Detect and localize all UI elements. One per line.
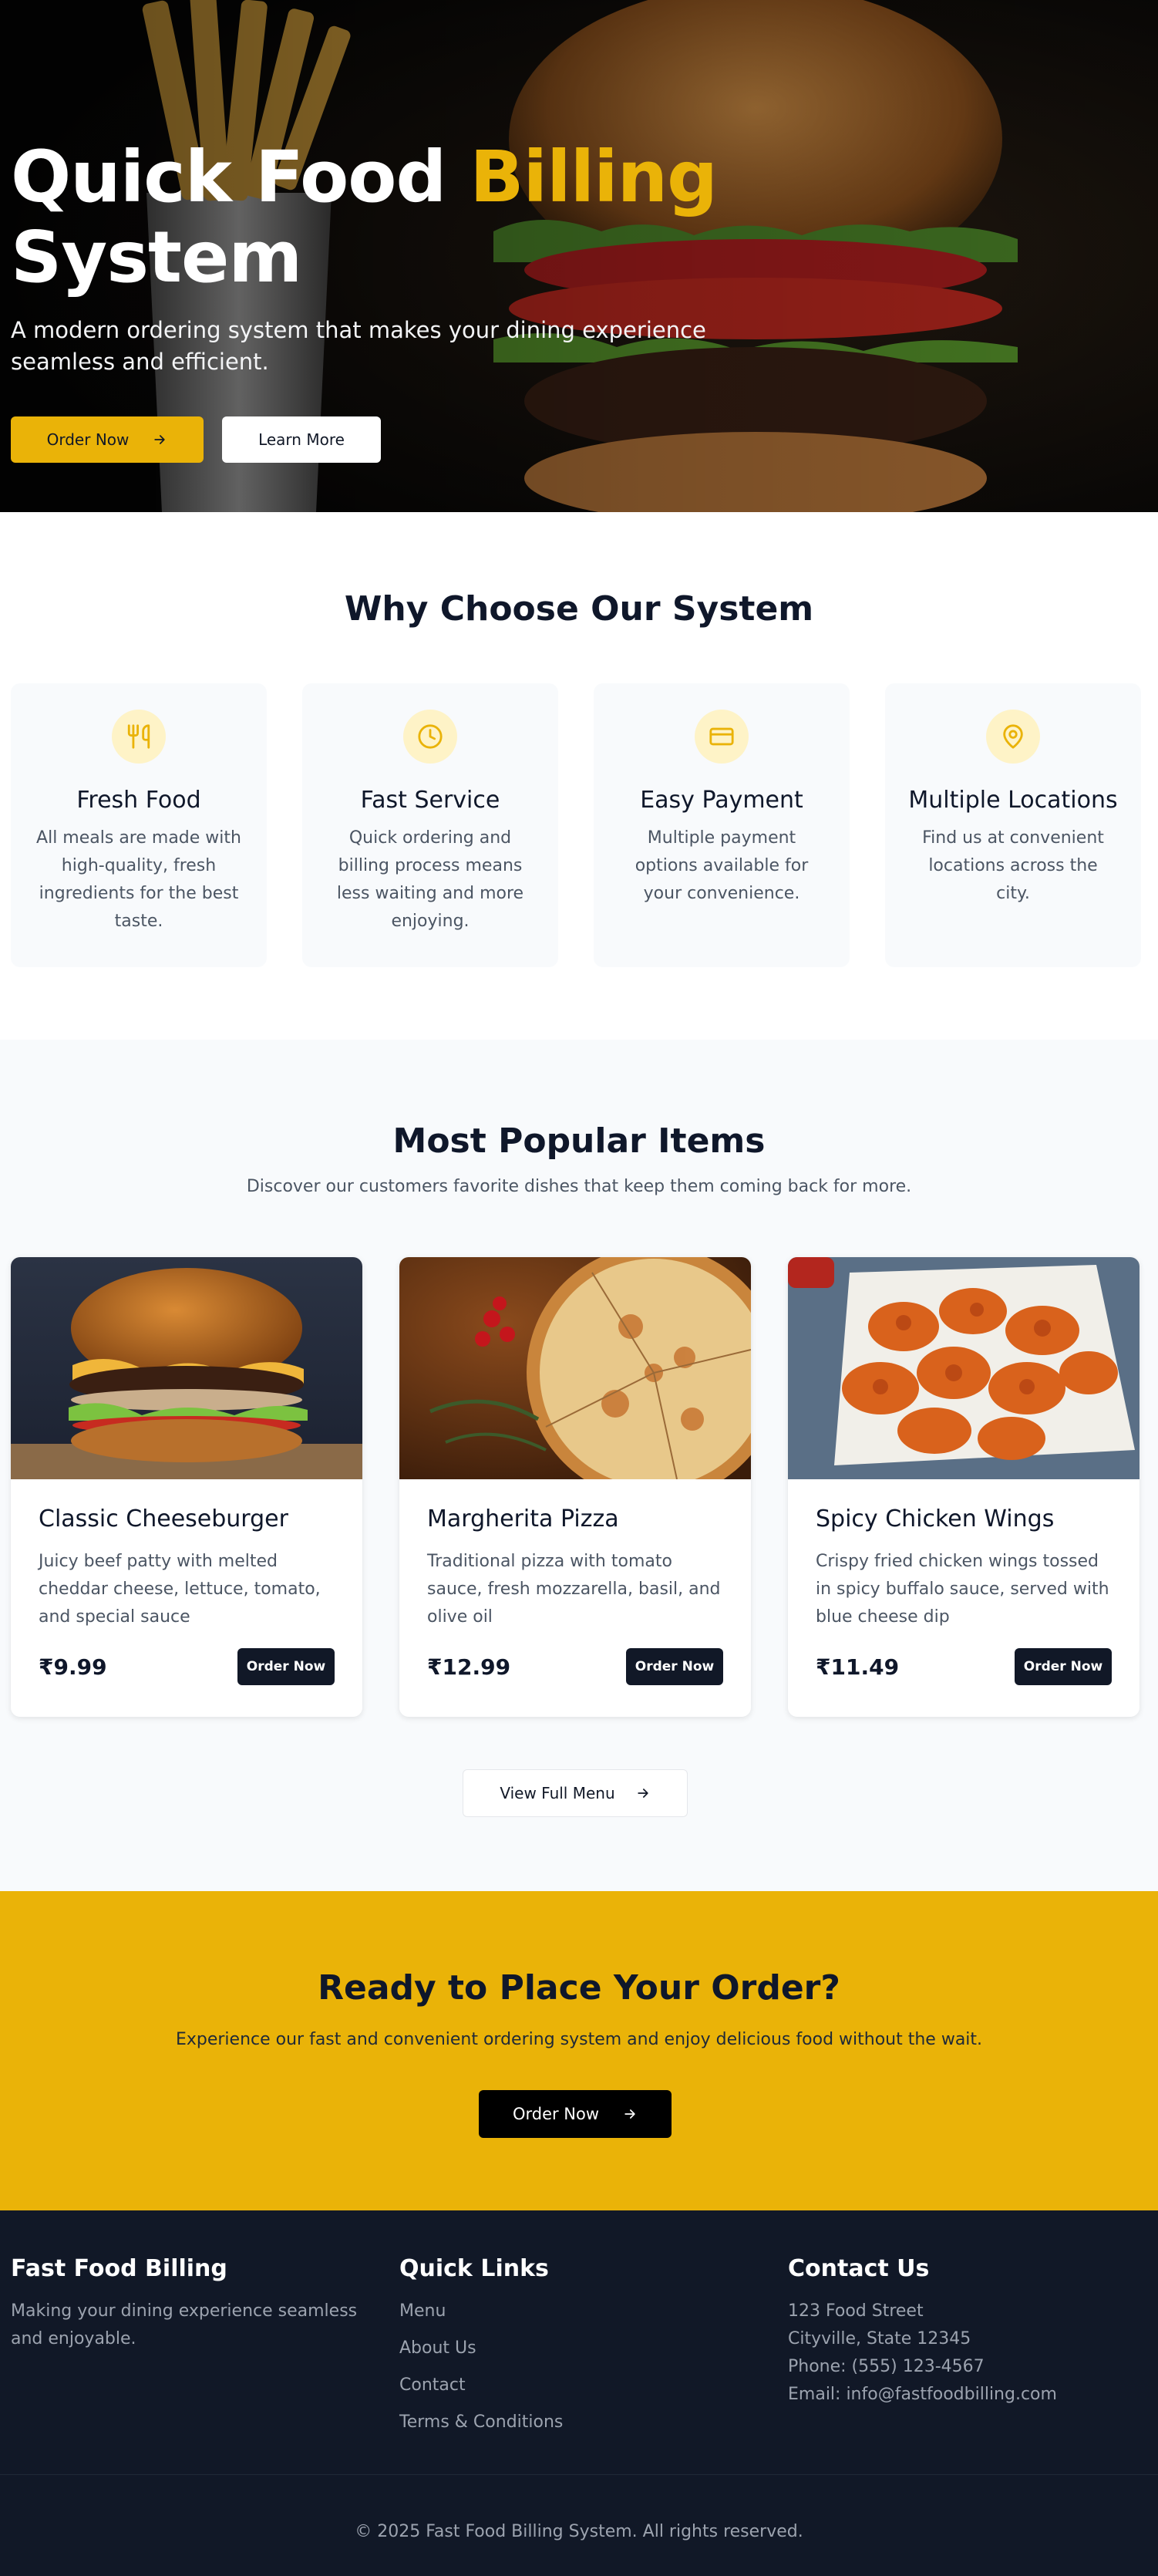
menu-card-footer: ₹11.49 Order Now	[816, 1648, 1112, 1685]
feature-description: Multiple payment options available for y…	[635, 828, 809, 903]
map-pin-icon	[986, 710, 1040, 764]
cta-order-now-label: Order Now	[512, 2105, 600, 2123]
footer-link-about-us[interactable]: About Us	[399, 2335, 708, 2362]
footer-contact-column: Contact Us 123 Food Street Cityville, St…	[788, 2255, 1143, 2409]
menu-card-body: Margherita Pizza Traditional pizza with …	[399, 1479, 751, 1685]
hero-title-part2: System	[11, 216, 302, 298]
footer-copyright: © 2025 Fast Food Billing System. All rig…	[355, 2522, 803, 2541]
hero-section: Quick Food Billing System A modern order…	[0, 0, 1158, 512]
hero-title-part1: Quick Food	[11, 136, 470, 218]
feature-grid: Fresh Food All meals are made with high-…	[11, 683, 1141, 967]
footer-link-terms[interactable]: Terms & Conditions	[399, 2409, 708, 2436]
menu-card-body: Classic Cheeseburger Juicy beef patty wi…	[11, 1479, 362, 1685]
hero-subtitle: A modern ordering system that makes your…	[11, 317, 706, 375]
footer-brand-column: Fast Food Billing Making your dining exp…	[11, 2255, 365, 2353]
hero-order-now-button[interactable]: Order Now	[11, 416, 204, 463]
utensils-icon	[112, 710, 166, 764]
feature-card-easy-payment: Easy Payment Multiple payment options av…	[594, 683, 850, 967]
arrow-right-icon	[635, 1785, 651, 1801]
menu-item-description: Traditional pizza with tomato sauce, fre…	[427, 1552, 721, 1627]
features-title: Why Choose Our System	[344, 589, 814, 629]
menu-grid: Classic Cheeseburger Juicy beef patty wi…	[11, 1257, 1139, 1717]
footer-tagline: Making your dining experience seamless a…	[11, 2301, 358, 2348]
order-now-button[interactable]: Order Now	[237, 1648, 335, 1685]
popular-title: Most Popular Items	[392, 1121, 766, 1161]
cta-section: Ready to Place Your Order? Experience ou…	[0, 1891, 1158, 2210]
menu-card-cheeseburger[interactable]: Classic Cheeseburger Juicy beef patty wi…	[11, 1257, 362, 1717]
feature-description: All meals are made with high-quality, fr…	[36, 828, 241, 931]
view-full-menu-button[interactable]: View Full Menu	[463, 1769, 688, 1817]
margherita-pizza-image	[399, 1257, 751, 1479]
cheeseburger-image	[11, 1257, 362, 1479]
hero-content: Quick Food Billing System A modern order…	[11, 137, 859, 463]
feature-title: Multiple Locations	[908, 787, 1118, 814]
hero-learn-more-button[interactable]: Learn More	[222, 416, 381, 463]
menu-card-footer: ₹9.99 Order Now	[39, 1648, 335, 1685]
features-section: Why Choose Our System Fresh Food All mea…	[0, 512, 1158, 1040]
clock-icon	[403, 710, 457, 764]
footer-links-list: Menu About Us Contact Terms & Conditions	[399, 2298, 708, 2436]
menu-item-name: Margherita Pizza	[427, 1505, 619, 1532]
arrow-right-icon	[152, 432, 167, 447]
menu-item-description: Juicy beef patty with melted cheddar che…	[39, 1552, 321, 1627]
feature-title: Fresh Food	[76, 787, 201, 814]
hero-order-now-label: Order Now	[46, 430, 130, 449]
hero-title-accent: Billing	[470, 136, 718, 218]
popular-subtitle: Discover our customers favorite dishes t…	[246, 1177, 912, 1196]
feature-description: Find us at convenient locations across t…	[922, 828, 1104, 903]
view-full-menu-label: View Full Menu	[500, 1784, 615, 1802]
contact-address-city: Cityville, State 12345	[788, 2329, 971, 2348]
order-now-button[interactable]: Order Now	[626, 1648, 723, 1685]
popular-items-section: Most Popular Items Discover our customer…	[0, 1040, 1158, 1891]
credit-card-icon	[695, 710, 749, 764]
hero-title: Quick Food Billing System	[11, 137, 859, 298]
footer-brand: Fast Food Billing	[11, 2255, 227, 2282]
footer-link-contact[interactable]: Contact	[399, 2372, 708, 2399]
arrow-right-icon	[622, 2106, 638, 2122]
feature-card-fresh-food: Fresh Food All meals are made with high-…	[11, 683, 267, 967]
menu-card-body: Spicy Chicken Wings Crispy fried chicken…	[788, 1479, 1139, 1685]
footer-divider	[0, 2474, 1158, 2475]
footer: Fast Food Billing Making your dining exp…	[0, 2210, 1158, 2576]
hero-buttons: Order Now Learn More	[11, 416, 859, 463]
contact-address-street: 123 Food Street	[788, 2301, 924, 2321]
contact-phone: Phone: (555) 123-4567	[788, 2357, 985, 2376]
menu-card-margherita-pizza[interactable]: Margherita Pizza Traditional pizza with …	[399, 1257, 751, 1717]
menu-card-footer: ₹12.99 Order Now	[427, 1648, 723, 1685]
feature-title: Fast Service	[360, 787, 500, 814]
menu-item-description: Crispy fried chicken wings tossed in spi…	[816, 1552, 1109, 1627]
footer-links-heading: Quick Links	[399, 2255, 549, 2282]
cta-order-now-button[interactable]: Order Now	[479, 2090, 672, 2138]
footer-links-column: Quick Links Menu About Us Contact Terms …	[399, 2255, 708, 2446]
footer-link-menu[interactable]: Menu	[399, 2298, 708, 2325]
menu-item-name: Classic Cheeseburger	[39, 1505, 288, 1532]
chicken-wings-image	[788, 1257, 1139, 1479]
menu-item-name: Spicy Chicken Wings	[816, 1505, 1055, 1532]
footer-contact-heading: Contact Us	[788, 2255, 930, 2282]
feature-card-fast-service: Fast Service Quick ordering and billing …	[302, 683, 558, 967]
feature-title: Easy Payment	[640, 787, 803, 814]
feature-description: Quick ordering and billing process means…	[336, 828, 524, 931]
cta-text: Experience our fast and convenient order…	[175, 2030, 983, 2049]
footer-contact-info: 123 Food Street Cityville, State 12345 P…	[788, 2298, 1143, 2409]
contact-email: Email: info@fastfoodbilling.com	[788, 2385, 1057, 2404]
menu-card-chicken-wings[interactable]: Spicy Chicken Wings Crispy fried chicken…	[788, 1257, 1139, 1717]
menu-item-price: ₹9.99	[39, 1654, 107, 1680]
cta-title: Ready to Place Your Order?	[318, 1968, 840, 2008]
order-now-button[interactable]: Order Now	[1015, 1648, 1112, 1685]
hero-learn-more-label: Learn More	[258, 430, 345, 449]
menu-item-price: ₹12.99	[427, 1654, 511, 1680]
menu-item-price: ₹11.49	[816, 1654, 900, 1680]
feature-card-multiple-locations: Multiple Locations Find us at convenient…	[885, 683, 1141, 967]
